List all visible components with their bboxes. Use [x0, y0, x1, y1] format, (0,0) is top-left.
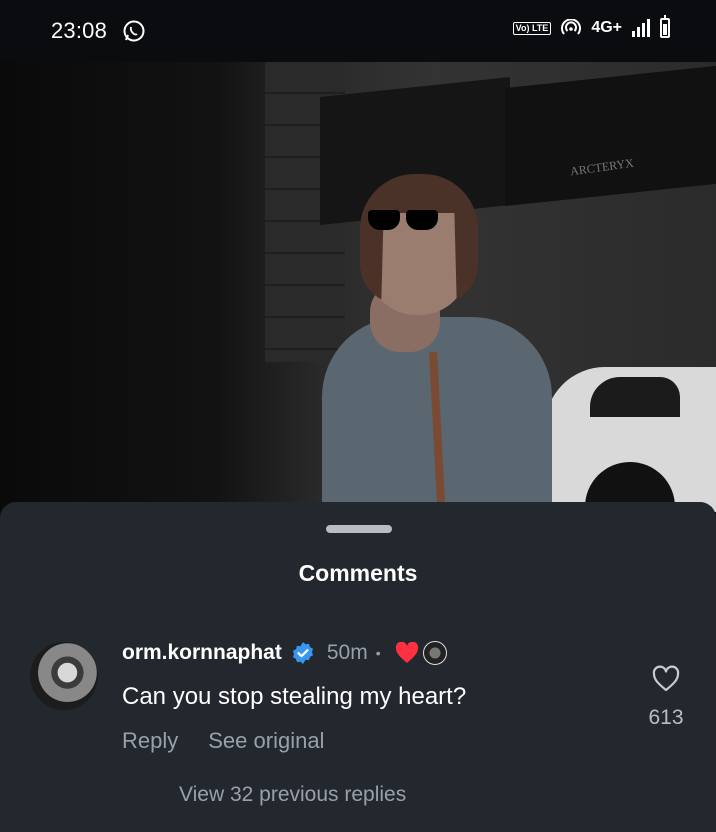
verified-badge-icon: [292, 642, 313, 664]
reply-button[interactable]: Reply: [122, 728, 178, 754]
storefront-awning: [505, 65, 716, 207]
volte-icon: Vo) LTE: [512, 21, 552, 35]
separator-dot: •: [375, 645, 381, 661]
avatar[interactable]: [30, 642, 98, 710]
sunglasses: [368, 210, 440, 232]
creator-avatar: [422, 641, 447, 665]
hotspot-icon: [561, 19, 582, 35]
status-bar: 23:08 Vo) LTE 4G+: [0, 0, 716, 62]
battery-icon: [660, 15, 670, 38]
view-replies-button[interactable]: View 32 previous replies: [179, 783, 406, 807]
network-type: 4G+: [591, 19, 622, 36]
comment-actions: Reply See original: [122, 728, 324, 754]
comment-text: Can you stop stealing my heart?: [122, 683, 467, 710]
comment-header: orm.kornnaphat 50m •: [122, 638, 447, 668]
like-count: 613: [648, 706, 684, 729]
status-time: 23:08: [51, 18, 108, 43]
sheet-title: Comments: [298, 560, 418, 586]
creator-liked-heart-icon: [395, 642, 418, 663]
post-photo[interactable]: ARCTERYX: [0, 62, 716, 512]
drag-handle[interactable]: [326, 525, 392, 533]
heart-outline-icon[interactable]: [651, 665, 681, 693]
signal-icon: [632, 19, 650, 37]
whatsapp-icon: [123, 20, 145, 42]
car-window: [590, 377, 680, 417]
comment-time: 50m: [326, 641, 368, 664]
comment-username[interactable]: orm.kornnaphat: [122, 641, 282, 665]
see-original-button[interactable]: See original: [208, 728, 324, 754]
comments-sheet: Comments orm.kornnaphat 50m • Can you st…: [0, 502, 716, 832]
